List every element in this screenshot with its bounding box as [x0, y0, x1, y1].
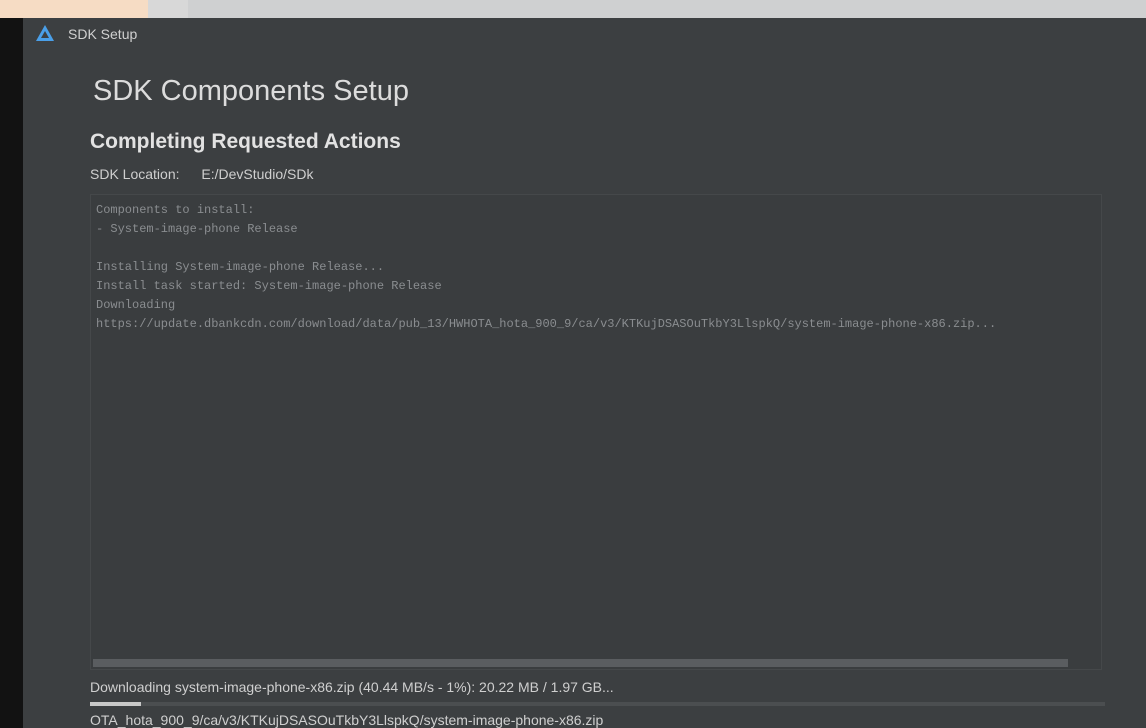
section-title: Completing Requested Actions: [90, 130, 401, 153]
sdk-setup-window: SDK Setup SDK Components Setup Completin…: [23, 18, 1146, 728]
window-title: SDK Setup: [68, 26, 138, 42]
scrollbar-thumb[interactable]: [93, 659, 1068, 667]
install-log[interactable]: Components to install: - System-image-ph…: [90, 194, 1102, 670]
sdk-location-row: SDK Location: E:/DevStudio/SDk: [90, 166, 313, 182]
title-bar[interactable]: SDK Setup: [23, 18, 1146, 50]
desktop-background-window: [188, 0, 1146, 18]
log-text: Components to install: - System-image-ph…: [91, 195, 1101, 334]
download-progress-bar: [90, 702, 1105, 706]
download-detail-text: OTA_hota_900_9/ca/v3/KTKujDSASOuTkbY3Lls…: [90, 712, 604, 728]
progress-bar-fill: [90, 702, 141, 706]
log-line: Components to install:: [96, 203, 255, 217]
log-line: Installing System-image-phone Release...: [96, 260, 385, 274]
log-line: Install task started: System-image-phone…: [96, 279, 442, 293]
log-line: - System-image-phone Release: [96, 222, 298, 236]
desktop-dark-edge: [0, 18, 23, 728]
deveco-triangle-icon: [36, 25, 54, 41]
log-line: https://update.dbankcdn.com/download/dat…: [96, 317, 997, 331]
desktop-wallpaper-peach: [0, 0, 148, 18]
desktop-background: [0, 0, 1146, 18]
sdk-location-label: SDK Location:: [90, 166, 180, 182]
log-line: Downloading: [96, 298, 176, 312]
page-title: SDK Components Setup: [93, 75, 409, 107]
horizontal-scrollbar[interactable]: [92, 658, 1100, 668]
download-status-text: Downloading system-image-phone-x86.zip (…: [90, 679, 614, 695]
sdk-location-path: E:/DevStudio/SDk: [201, 166, 314, 182]
